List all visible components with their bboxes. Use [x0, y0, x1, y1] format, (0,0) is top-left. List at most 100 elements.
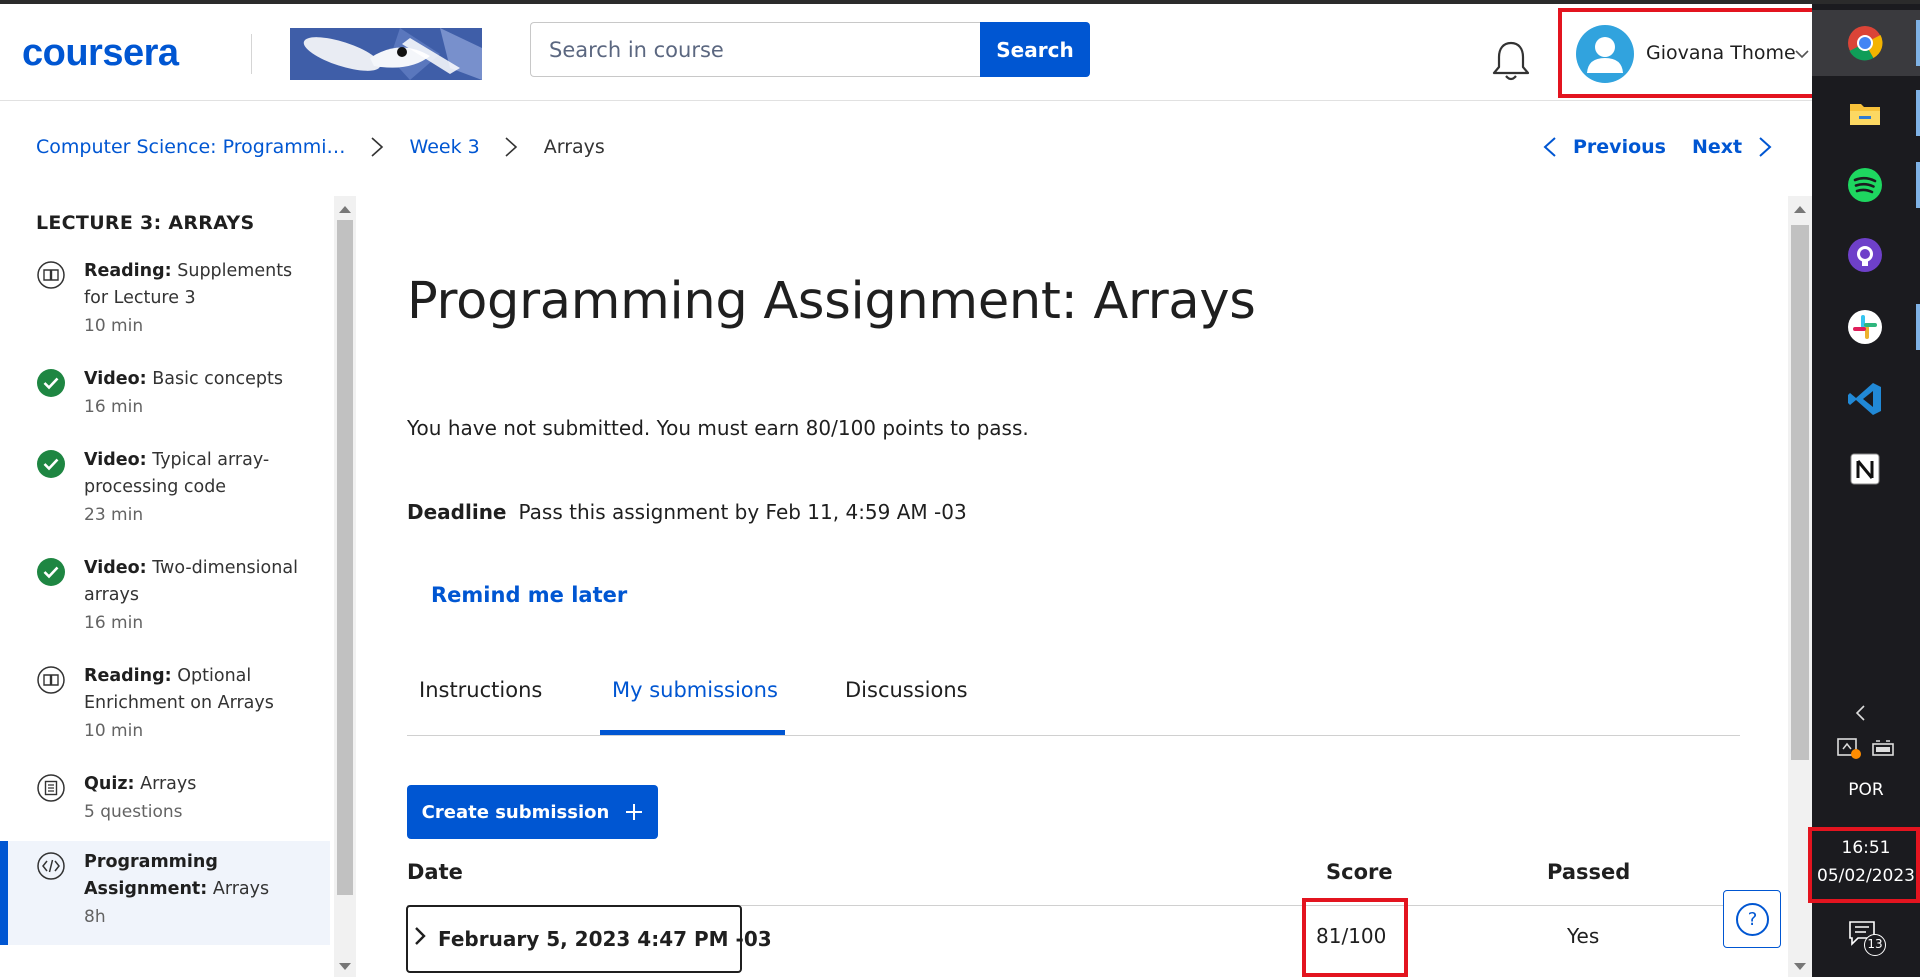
sidebar-item-duration: 23 min: [84, 505, 144, 525]
sidebar-item-quiz-arrays[interactable]: Quiz: Arrays 5 questions: [0, 771, 330, 851]
taskbar-github-desktop[interactable]: [1812, 222, 1920, 288]
assignment-tabs: Instructions My submissions Discussions: [407, 666, 1740, 736]
sidebar-item-type: Video:: [84, 450, 147, 470]
sidebar-item-video-basic-concepts[interactable]: Video: Basic concepts 16 min: [0, 366, 330, 446]
breadcrumb-current: Arrays: [543, 136, 605, 158]
course-banner-image[interactable]: [290, 28, 482, 80]
check-circle-icon: [37, 558, 65, 586]
coursera-logo[interactable]: coursera: [22, 32, 179, 75]
action-center-button[interactable]: 13: [1848, 920, 1886, 956]
plus-icon: [626, 804, 643, 820]
column-header-date: Date: [407, 860, 463, 884]
scroll-up-arrow-icon[interactable]: [1794, 206, 1806, 213]
taskbar-slack[interactable]: [1812, 294, 1920, 360]
help-button[interactable]: ?: [1723, 890, 1781, 948]
scroll-up-arrow-icon[interactable]: [339, 206, 351, 213]
check-circle-icon: [37, 450, 65, 478]
column-header-score: Score: [1326, 860, 1393, 884]
user-name: Giovana Thome: [1646, 42, 1796, 64]
show-hidden-icons-chevron-icon[interactable]: [1854, 704, 1866, 722]
tab-instructions[interactable]: Instructions: [419, 678, 542, 736]
chevron-right-icon: [415, 927, 426, 945]
lecture-sidebar: LECTURE 3: ARRAYS Reading: Supplements f…: [0, 196, 330, 977]
sidebar-item-type: Reading:: [84, 261, 172, 281]
avatar: [1576, 25, 1634, 83]
running-app-indicator: [1916, 90, 1920, 136]
chevron-right-icon: [371, 137, 383, 157]
scroll-down-arrow-icon[interactable]: [1794, 963, 1806, 970]
running-app-indicator: [1916, 162, 1920, 208]
submission-row-expand[interactable]: February 5, 2023 4:47 PM -03: [406, 905, 772, 973]
sidebar-title: LECTURE 3: ARRAYS: [36, 212, 255, 234]
code-icon: [37, 852, 65, 880]
quiz-icon: [37, 774, 65, 802]
sidebar-item-video-two-dimensional[interactable]: Video: Two-dimensional arrays 16 min: [0, 555, 330, 660]
previous-button[interactable]: Previous: [1543, 132, 1666, 162]
active-tab-indicator: [600, 730, 785, 735]
deadline-text: Pass this assignment by Feb 11, 4:59 AM …: [518, 500, 967, 524]
tab-discussions[interactable]: Discussions: [845, 678, 968, 736]
chrome-icon: [1848, 26, 1883, 61]
sidebar-item-type: Video:: [84, 558, 147, 578]
input-language[interactable]: POR: [1812, 780, 1920, 800]
notification-count-badge: 13: [1864, 934, 1886, 956]
tab-my-submissions[interactable]: My submissions: [612, 678, 778, 736]
scroll-down-arrow-icon[interactable]: [339, 963, 351, 970]
notion-icon: [1850, 453, 1880, 485]
next-label: Next: [1692, 136, 1743, 158]
remind-me-later-link[interactable]: Remind me later: [431, 583, 627, 607]
previous-label: Previous: [1573, 136, 1666, 158]
sidebar-item-reading-optional[interactable]: Reading: Optional Enrichment on Arrays 1…: [0, 663, 330, 768]
taskbar-chrome[interactable]: [1812, 10, 1920, 76]
sidebar-item-type: Quiz:: [84, 774, 135, 794]
breadcrumb-course[interactable]: Computer Science: Programmi…: [36, 136, 346, 158]
sidebar-item-type: Reading:: [84, 666, 172, 686]
file-explorer-icon: [1850, 104, 1880, 125]
deadline-row: Deadline Pass this assignment by Feb 11, …: [407, 500, 967, 524]
taskbar-file-explorer[interactable]: [1812, 80, 1920, 146]
submission-passed: Yes: [1567, 924, 1600, 948]
search-button[interactable]: Search: [980, 22, 1090, 77]
chevron-right-icon: [505, 137, 517, 157]
taskbar-vscode[interactable]: [1812, 366, 1920, 432]
github-desktop-icon: [1848, 238, 1882, 272]
sidebar-item-duration: 5 questions: [84, 802, 183, 822]
sidebar-item-reading-supplements[interactable]: Reading: Supplements for Lecture 3 10 mi…: [0, 258, 330, 356]
question-mark-icon: ?: [1736, 903, 1769, 936]
sidebar-item-type: Video:: [84, 369, 147, 389]
book-icon: [37, 261, 65, 289]
running-app-indicator: [1916, 304, 1920, 350]
sidebar-item-type: Programming Assignment:: [84, 852, 218, 899]
sidebar-item-duration: 10 min: [84, 316, 144, 336]
user-silhouette-icon: [1587, 37, 1623, 73]
taskbar-notion[interactable]: [1812, 436, 1920, 502]
sidebar-item-duration: 16 min: [84, 397, 144, 417]
sidebar-item-video-typical-array[interactable]: Video: Typical array-processing code 23 …: [0, 447, 330, 552]
chevron-right-icon: [1759, 137, 1772, 157]
sidebar-item-programming-assignment[interactable]: Programming Assignment: Arrays 8h: [0, 841, 330, 945]
battery-icon[interactable]: [1870, 738, 1898, 758]
submission-score: 81/100: [1316, 924, 1387, 948]
submission-status: You have not submitted. You must earn 80…: [407, 416, 1029, 440]
sidebar-scrollbar-thumb[interactable]: [337, 220, 353, 895]
main-scrollbar-thumb[interactable]: [1791, 225, 1809, 760]
notifications-bell-icon[interactable]: [1491, 39, 1531, 83]
network-sync-icon[interactable]: [1836, 736, 1862, 760]
sidebar-item-duration: 10 min: [84, 721, 144, 741]
create-submission-button[interactable]: Create submission: [407, 785, 658, 839]
check-circle-icon: [37, 369, 65, 397]
clock-highlight: [1808, 827, 1920, 903]
next-button[interactable]: Next: [1692, 132, 1772, 162]
create-submission-label: Create submission: [421, 801, 610, 823]
search-input[interactable]: [530, 22, 981, 77]
taskbar-spotify[interactable]: [1812, 152, 1920, 218]
sidebar-item-label: Arrays: [140, 774, 197, 794]
user-menu[interactable]: Giovana Thome: [1558, 8, 1818, 98]
sidebar-item-label: Basic concepts: [152, 369, 284, 389]
submission-date: February 5, 2023 4:47 PM -03: [438, 927, 772, 951]
sidebar-item-duration: 16 min: [84, 613, 144, 633]
sidebar-item-label: Arrays: [212, 879, 270, 899]
breadcrumb-week[interactable]: Week 3: [410, 136, 480, 158]
chevron-left-icon: [1543, 137, 1556, 157]
breadcrumb: Computer Science: Programmi… Week 3 Arra…: [36, 132, 605, 162]
